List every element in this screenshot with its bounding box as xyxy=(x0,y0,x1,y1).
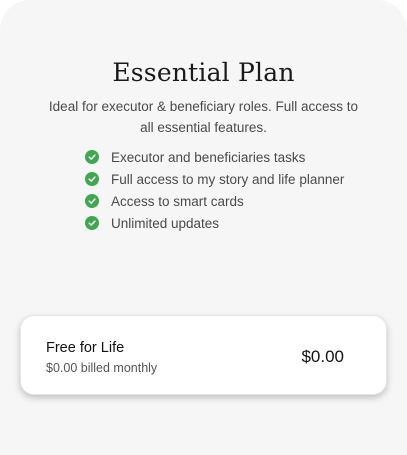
feature-item: Full access to my story and life planner xyxy=(85,168,344,190)
feature-list: Executor and beneficiaries tasks Full ac… xyxy=(85,146,344,234)
check-circle-icon xyxy=(85,216,99,230)
plan-screen: Essential Plan Ideal for executor & bene… xyxy=(0,0,407,455)
feature-label: Access to smart cards xyxy=(111,193,244,209)
feature-item: Unlimited updates xyxy=(85,212,344,234)
pricing-option-name: Free for Life xyxy=(46,340,125,356)
pricing-option-billing: $0.00 billed monthly xyxy=(46,361,158,375)
feature-item: Executor and beneficiaries tasks xyxy=(85,146,344,168)
feature-label: Full access to my story and life planner xyxy=(111,171,345,187)
pricing-option-card[interactable]: Free for Life $0.00 billed monthly $0.00 xyxy=(20,315,387,395)
feature-label: Executor and beneficiaries tasks xyxy=(111,149,306,165)
feature-item: Access to smart cards xyxy=(85,190,344,212)
check-circle-icon xyxy=(85,194,99,208)
pricing-option-price: $0.00 xyxy=(301,347,344,366)
check-circle-icon xyxy=(85,150,99,164)
plan-description: Ideal for executor & beneficiary roles. … xyxy=(48,99,359,135)
feature-label: Unlimited updates xyxy=(111,215,220,231)
check-circle-icon xyxy=(85,172,99,186)
plan-title: Essential Plan xyxy=(112,58,295,87)
